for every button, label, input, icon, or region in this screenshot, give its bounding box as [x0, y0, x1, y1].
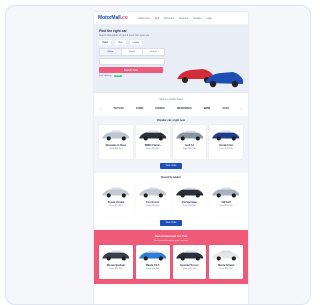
- car-image: [139, 187, 167, 198]
- car-name: Honda Civic: [219, 144, 234, 147]
- brand-logo[interactable]: BMW: [204, 107, 210, 110]
- car-price: From $25,100: [182, 268, 196, 270]
- car-name: Ford Focus: [146, 201, 160, 204]
- nav-item[interactable]: Reviews: [164, 17, 174, 20]
- car-price: From $23,500: [109, 268, 123, 270]
- car-name: Kia Sportage: [182, 201, 197, 204]
- car-price: From $30,250: [182, 148, 196, 150]
- hero-cars-image: [177, 69, 243, 88]
- car-name: VW Golf: [221, 201, 231, 204]
- car-name: Mercedes A-Class: [105, 144, 127, 147]
- car-image: [175, 250, 203, 261]
- popular-section: Popular cars right now Mercedes A-Class F…: [94, 116, 248, 173]
- car-price: From $22,100: [219, 148, 233, 150]
- tab-new[interactable]: New: [114, 40, 126, 45]
- site-header: MotorMall.co Used Cars Sell Reviews Fina…: [94, 12, 248, 25]
- car-card[interactable]: Skoda Octavia From $20,700: [209, 245, 243, 279]
- search-segments: Make Model Budget: [99, 48, 165, 56]
- car-card-list: Mercedes A-Class From $28,900 BMW 3 Series…: [99, 125, 243, 159]
- search-tabs: Used New Lease: [99, 40, 243, 45]
- tab-used[interactable]: Used: [99, 40, 111, 45]
- car-image: [175, 130, 203, 141]
- car-card[interactable]: Ford Focus From $17,600: [135, 182, 170, 216]
- logo-text: MotorMall: [98, 15, 121, 21]
- logo-accent: .co: [120, 15, 128, 21]
- car-image: [212, 187, 240, 198]
- segment-model[interactable]: Model: [122, 49, 144, 55]
- section-title: Popular cars right now: [156, 119, 186, 122]
- chevron-left-icon[interactable]: ‹: [100, 106, 101, 111]
- brand-strip: ‹ TOYOTA FORD HONDA MERCEDES BMW AUDI ›: [94, 104, 248, 112]
- brand-logo[interactable]: HONDA: [155, 107, 165, 110]
- hero-subtitle: Search thousands of new & used cars near…: [99, 34, 150, 37]
- car-price: From $17,600: [146, 205, 160, 207]
- car-image: [212, 130, 240, 141]
- brand-logo[interactable]: TOYOTA: [113, 107, 124, 110]
- car-card-list: Toyota Corolla From $19,800 Ford Focus From…: [99, 182, 243, 216]
- car-card[interactable]: Kia Sportage From $24,300: [172, 182, 207, 216]
- chevron-right-icon[interactable]: ›: [241, 106, 242, 111]
- section-title: Recommended for You: [154, 234, 188, 238]
- recommended-section: Recommended for You Hand-picked based on…: [94, 230, 248, 284]
- car-price: From $31,400: [146, 148, 160, 150]
- preview-card: MotorMall.co Used Cars Sell Reviews Fina…: [5, 5, 311, 305]
- car-card[interactable]: BMW 3 Series From $31,400: [135, 125, 170, 159]
- car-card[interactable]: Hyundai Tucson From $25,100: [172, 245, 207, 279]
- nav-item[interactable]: Help: [207, 17, 212, 20]
- search-input[interactable]: [99, 58, 165, 65]
- segment-make[interactable]: Make: [100, 49, 122, 55]
- nav-item[interactable]: Finance: [179, 17, 188, 20]
- car-card[interactable]: Toyota Corolla From $19,800: [99, 182, 133, 216]
- car-card[interactable]: Honda Civic From $22,100: [209, 125, 243, 159]
- car-name: Mazda CX-5: [145, 264, 160, 267]
- site-logo[interactable]: MotorMall.co: [98, 15, 128, 21]
- view-more-button[interactable]: View more: [160, 163, 182, 169]
- car-name: Hyundai Tucson: [180, 264, 199, 267]
- tab-lease[interactable]: Lease: [129, 40, 143, 45]
- brand-logo[interactable]: MERCEDES: [177, 107, 192, 110]
- car-name: BMW 3 Series: [144, 144, 161, 147]
- car-price: From $19,800: [109, 205, 123, 207]
- segment-budget[interactable]: Budget: [143, 49, 164, 55]
- car-name: Skoda Octavia: [217, 264, 235, 267]
- car-price: From $24,300: [182, 205, 196, 207]
- section-title: Recently added: [161, 176, 181, 179]
- car-image: [102, 187, 130, 198]
- hero-title: Find the right car: [99, 29, 127, 33]
- car-card[interactable]: VW Golf From $21,900: [209, 182, 243, 216]
- section-subtitle: Hand-picked based on your searches: [153, 240, 189, 242]
- car-image: [139, 130, 167, 141]
- brands-title: Shop by popular brand: [159, 99, 183, 101]
- car-price: From $21,900: [219, 205, 233, 207]
- main-nav: Used Cars Sell Reviews Finance Guides He…: [138, 17, 212, 20]
- car-card[interactable]: Mazda CX-5 From $26,200: [135, 245, 170, 279]
- promo-text: Free delivery: [99, 75, 112, 77]
- nav-item[interactable]: Sell: [155, 17, 159, 20]
- car-image: [102, 250, 130, 261]
- car-card[interactable]: Audi A4 From $30,250: [172, 125, 207, 159]
- nav-item[interactable]: Used Cars: [138, 17, 150, 20]
- car-card[interactable]: Mercedes A-Class From $28,900: [99, 125, 133, 159]
- search-button[interactable]: Search Cars: [99, 67, 163, 73]
- recent-section: Recently added Toyota Corolla From $19,80…: [94, 173, 248, 230]
- car-name: Toyota Corolla: [107, 201, 125, 204]
- car-card[interactable]: Nissan Qashqai From $23,500: [99, 245, 133, 279]
- car-price: From $20,700: [219, 268, 233, 270]
- nav-item[interactable]: Guides: [193, 17, 201, 20]
- website-preview: MotorMall.co Used Cars Sell Reviews Fina…: [94, 12, 248, 304]
- car-image: [175, 187, 203, 198]
- car-name: Audi A4: [184, 144, 194, 147]
- car-image: [212, 250, 240, 261]
- brand-logo[interactable]: AUDI: [222, 107, 228, 110]
- brand-logo[interactable]: FORD: [136, 107, 143, 110]
- car-price: From $28,900: [109, 148, 123, 150]
- car-name: Nissan Qashqai: [106, 264, 125, 267]
- view-more-button[interactable]: View more: [160, 220, 182, 226]
- promo-badge: NEW: [113, 75, 123, 77]
- car-image: [102, 130, 130, 141]
- car-image: [139, 250, 167, 261]
- car-card-list: Nissan Qashqai From $23,500 Mazda CX-5 From…: [99, 245, 243, 279]
- car-price: From $26,200: [146, 268, 160, 270]
- hero-section: Find the right car Search thousands of n…: [94, 25, 248, 93]
